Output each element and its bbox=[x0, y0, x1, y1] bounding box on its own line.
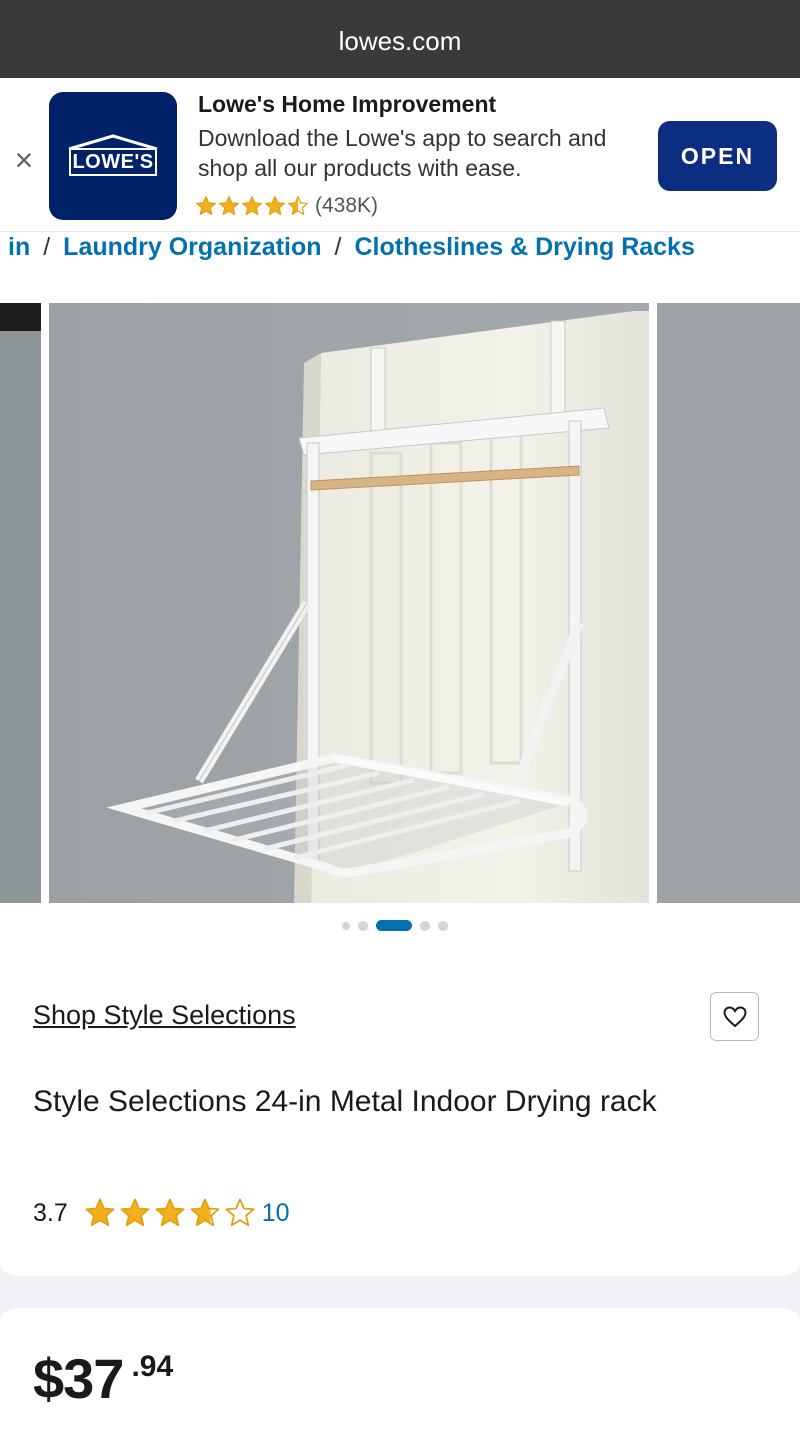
breadcrumb-item-clotheslines[interactable]: Clotheslines & Drying Racks bbox=[354, 233, 694, 262]
star-half-icon bbox=[190, 1198, 220, 1227]
close-icon: × bbox=[14, 142, 34, 178]
breadcrumb-item-laundry-organization[interactable]: Laundry Organization bbox=[63, 233, 321, 262]
drying-rack-photo bbox=[49, 303, 649, 903]
gallery-dot[interactable] bbox=[342, 921, 350, 930]
gallery-dot-active[interactable] bbox=[376, 920, 412, 931]
price-dollars: $37 bbox=[33, 1347, 124, 1410]
gallery-dot[interactable] bbox=[358, 920, 368, 931]
previous-image-peek[interactable] bbox=[0, 303, 41, 903]
gallery-pagination-dots[interactable] bbox=[342, 920, 448, 931]
product-image-gallery[interactable] bbox=[0, 268, 800, 978]
gallery-dot[interactable] bbox=[420, 920, 430, 931]
open-app-button[interactable]: OPEN bbox=[658, 121, 777, 191]
breadcrumb-separator: / bbox=[334, 233, 342, 261]
next-image-peek[interactable] bbox=[657, 303, 800, 903]
rating-stars bbox=[84, 1197, 256, 1229]
review-count-link[interactable]: 10 bbox=[262, 1199, 290, 1228]
product-title: Style Selections 24-in Metal Indoor Dryi… bbox=[33, 1085, 657, 1118]
star-full-icon bbox=[219, 196, 239, 216]
price-card: $37 .94 bbox=[0, 1308, 800, 1440]
heart-icon bbox=[722, 1005, 747, 1027]
breadcrumb-separator: / bbox=[43, 233, 51, 261]
gallery-dot[interactable] bbox=[438, 920, 448, 931]
price-cents: .94 bbox=[131, 1350, 174, 1383]
breadcrumb-item-partial[interactable]: in bbox=[8, 233, 30, 262]
star-full-icon bbox=[242, 196, 262, 216]
banner-title: Lowe's Home Improvement bbox=[198, 91, 497, 117]
product-rating[interactable]: 3.7 10 bbox=[33, 1197, 290, 1229]
browser-url-bar[interactable]: lowes.com bbox=[0, 0, 800, 78]
star-full-icon bbox=[155, 1198, 185, 1227]
url-text: lowes.com bbox=[338, 25, 462, 56]
main-product-image[interactable] bbox=[49, 303, 649, 903]
star-half-icon bbox=[288, 196, 308, 216]
banner-rating: (438K) bbox=[195, 194, 378, 218]
product-price: $37 .94 bbox=[33, 1346, 173, 1411]
shop-brand-link[interactable]: Shop Style Selections bbox=[33, 1000, 296, 1031]
add-to-favorites-button[interactable] bbox=[710, 992, 759, 1041]
logo-wordmark: LOWE'S bbox=[69, 148, 157, 176]
close-banner-button[interactable]: × bbox=[8, 142, 40, 178]
product-info-card: Shop Style Selections Style Selections 2… bbox=[0, 978, 800, 1276]
star-full-icon bbox=[85, 1198, 115, 1227]
banner-rating-count: (438K) bbox=[315, 194, 379, 217]
star-full-icon bbox=[265, 196, 285, 216]
banner-rating-stars bbox=[195, 195, 309, 217]
rating-value: 3.7 bbox=[33, 1198, 68, 1227]
lowes-logo: LOWE'S bbox=[67, 134, 159, 178]
star-full-icon bbox=[196, 196, 216, 216]
lowes-app-icon: LOWE'S bbox=[49, 92, 177, 220]
breadcrumb: in / Laundry Organization / Clotheslines… bbox=[0, 232, 800, 268]
star-empty-icon bbox=[225, 1198, 255, 1227]
star-full-icon bbox=[120, 1198, 150, 1227]
banner-description: Download the Lowe's app to search and sh… bbox=[198, 125, 607, 181]
